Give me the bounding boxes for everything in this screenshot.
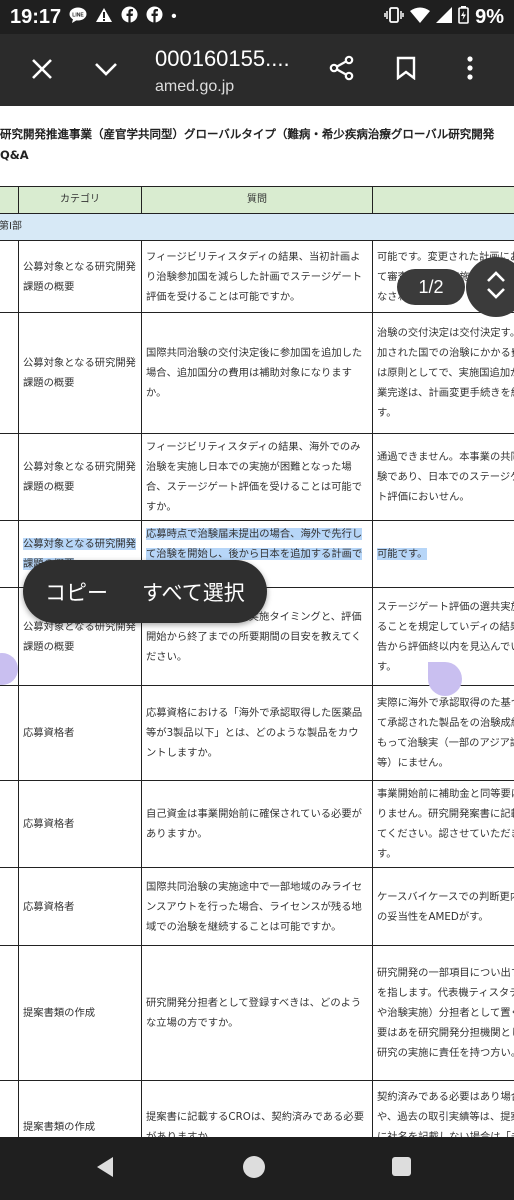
question-cell: 自己資金は事業開始前に確保されている必要がありますか。 — [141, 780, 373, 868]
more-options-button[interactable] — [448, 48, 492, 92]
row-number-cell — [0, 312, 19, 434]
facebook-icon — [121, 6, 138, 28]
unfold-icon — [485, 270, 507, 304]
close-button[interactable] — [20, 48, 64, 92]
page-url: amed.go.jp — [155, 78, 235, 95]
document-subtitle: Q&A — [0, 148, 29, 162]
table-header-category: カテゴリ — [18, 186, 142, 214]
table-header-question: 質問 — [141, 186, 373, 214]
category-cell: 公募対象となる研究開発課題の概要 — [18, 433, 142, 521]
text-selection-menu: コピー すべて選択 — [23, 560, 267, 623]
nav-home-button[interactable] — [243, 1156, 265, 1178]
close-icon — [31, 53, 53, 88]
status-bar: 19:17 LINE • 9% — [0, 0, 514, 34]
answer-cell: 研究開発の一部項目につい出す方を指します。代表機ティスタディや治験実施）分担者と… — [372, 945, 514, 1081]
answer-cell: 可能です。 — [372, 520, 514, 588]
table-row: 公募対象となる研究開発課題の概要 フィージビリティスタディの結果、海外でのみ治験… — [0, 433, 514, 521]
alert-triangle-icon — [95, 7, 113, 28]
question-cell: 研究開発分担者として登録すべきは、どのような立場の方ですか。 — [141, 945, 373, 1081]
app-toolbar: 000160155.... amed.go.jp — [0, 34, 514, 106]
nav-recents-button[interactable] — [392, 1157, 411, 1176]
answer-cell: ケースバイケースでの判断更内容の妥当性をAMEDがす。 — [372, 867, 514, 946]
question-cell: 応募資格における「海外で承認取得した医薬品等が3製品以下」とは、どのような製品を… — [141, 685, 373, 781]
svg-text:LINE: LINE — [72, 12, 84, 18]
answer-cell: 治験の交付決定は交付決定す。追加された国での治験にかかる費用は原則としてで、実施… — [372, 312, 514, 434]
row-number-cell — [0, 1080, 19, 1137]
row-number-cell — [0, 945, 19, 1081]
part-label: 第Ⅰ部 — [0, 213, 514, 241]
category-cell: 応募資格者 — [18, 780, 142, 868]
system-nav-bar — [0, 1137, 514, 1200]
selected-text[interactable]: 可能です。 — [377, 548, 428, 560]
battery-percent: 9% — [475, 5, 504, 28]
table-header-row: カテゴリ 質問 — [0, 186, 514, 214]
category-cell: 提案書類の作成 — [18, 945, 142, 1081]
answer-cell: 通過できません。本事業の共同治験であり、日本でのステージゲート評価においせん。 — [372, 433, 514, 521]
share-icon — [329, 55, 355, 85]
table-row: 提案書類の作成 研究開発分担者として登録すべきは、どのような立場の方ですか。 研… — [0, 945, 514, 1081]
table-header-answer — [372, 186, 514, 214]
back-triangle-icon — [97, 1157, 113, 1177]
category-cell: 提案書類の作成 — [18, 1080, 142, 1137]
row-number-cell — [0, 780, 19, 868]
facebook-icon — [146, 6, 163, 28]
selection-end-handle[interactable] — [428, 662, 462, 696]
wifi-icon — [410, 7, 431, 28]
vibrate-icon — [384, 6, 404, 28]
table-row: 応募資格者 応募資格における「海外で承認取得した医薬品等が3製品以下」とは、どの… — [0, 685, 514, 781]
question-cell: 提案書に記載するCROは、契約済みである必要がありますか。 — [141, 1080, 373, 1137]
category-cell: 応募資格者 — [18, 685, 142, 781]
chevron-down-icon — [94, 61, 118, 80]
bookmark-icon — [396, 56, 416, 84]
question-cell: フィージビリティスタディの結果、当初計画より治験参加国を減らした計画でステージゲ… — [141, 240, 373, 313]
question-cell: 国際共同治験の交付決定後に参加国を追加した場合、追加国分の費用は補助対象になりま… — [141, 312, 373, 434]
question-cell: フィージビリティスタディの結果、海外でのみ治験を実施し日本での実施が困難となった… — [141, 433, 373, 521]
category-cell: 公募対象となる研究開発課題の概要 — [18, 240, 142, 313]
more-vert-icon — [466, 56, 474, 84]
table-row: 応募資格者 自己資金は事業開始前に確保されている必要がありますか。 事業開始前に… — [0, 780, 514, 868]
answer-cell: 契約済みである必要はあり場合や、過去の取引実績等は、提案書に社名を記載しない場合… — [372, 1080, 514, 1137]
nav-back-button[interactable] — [95, 1155, 115, 1183]
table-row: 公募対象となる研究開発課題の概要 国際共同治験の交付決定後に参加国を追加した場合… — [0, 312, 514, 434]
line-app-icon: LINE — [69, 7, 87, 28]
document-title: 研究開発推進事業（産官学共同型）グローバルタイプ（難病・希少疾病治療グローバル研… — [0, 127, 495, 141]
share-button[interactable] — [320, 48, 364, 92]
status-dot: • — [171, 8, 177, 25]
table-header-cell — [0, 186, 19, 214]
document-view[interactable]: 研究開発推進事業（産官学共同型）グローバルタイプ（難病・希少疾病治療グローバル研… — [0, 106, 514, 1137]
row-number-cell — [0, 867, 19, 946]
row-number-cell — [0, 520, 19, 588]
status-time: 19:17 — [10, 5, 62, 28]
page-title: 000160155.... — [155, 46, 290, 71]
answer-cell: 事業開始前に補助金と同等要はありません。研究開発案書に記載してください。認させて… — [372, 780, 514, 868]
answer-cell: 実際に海外で承認取得のた基づいて承認された製品をの治験成績をもって治験実（一部の… — [372, 685, 514, 781]
signal-icon — [436, 6, 453, 28]
row-number-cell — [0, 240, 19, 313]
table-row: 応募資格者 国際共同治験の実施途中で一部地域のみライセンスアウトを行った場合、ラ… — [0, 867, 514, 946]
category-cell: 応募資格者 — [18, 867, 142, 946]
select-all-button[interactable]: すべて選択 — [142, 577, 245, 607]
bookmark-button[interactable] — [384, 48, 428, 92]
status-right: 9% — [384, 5, 504, 29]
category-cell: 公募対象となる研究開発課題の概要 — [18, 312, 142, 434]
row-number-cell — [0, 685, 19, 781]
question-cell: 国際共同治験の実施途中で一部地域のみライセンスアウトを行った場合、ライセンスが残… — [141, 867, 373, 946]
table-row: 提案書類の作成 提案書に記載するCROは、契約済みである必要がありますか。 契約… — [0, 1080, 514, 1137]
battery-charging-icon — [458, 5, 469, 29]
minimize-button[interactable] — [84, 48, 128, 92]
copy-button[interactable]: コピー — [45, 577, 108, 607]
part-row: 第Ⅰ部 — [0, 213, 514, 241]
row-number-cell — [0, 433, 19, 521]
page-indicator: 1/2 — [397, 269, 465, 305]
